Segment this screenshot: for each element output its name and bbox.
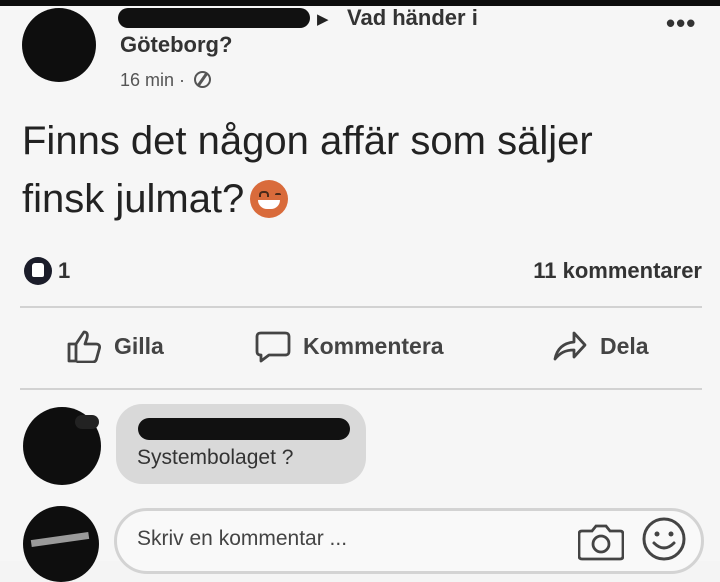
camera-icon[interactable] bbox=[578, 523, 624, 561]
post-text-line2: finsk julmat? bbox=[22, 177, 245, 221]
comment-bubble bbox=[116, 404, 366, 484]
smiling-face-emoji-icon bbox=[250, 180, 289, 218]
globe-icon bbox=[194, 71, 212, 88]
like-reaction-icon[interactable] bbox=[24, 257, 52, 285]
like-button[interactable]: Gilla bbox=[66, 326, 164, 366]
comment-button[interactable]: Kommentera bbox=[255, 326, 444, 366]
share-to-arrow-icon: ▶ bbox=[317, 11, 329, 28]
comment-label: Kommentera bbox=[303, 332, 444, 359]
post-text-line1: Finns det någon affär som säljer bbox=[22, 119, 593, 163]
redacted-commenter-name bbox=[138, 418, 350, 440]
share-arrow-icon bbox=[553, 331, 587, 361]
post-meta: 16 min · bbox=[120, 70, 212, 91]
comment-text: Systembolaget ? bbox=[137, 446, 294, 469]
speech-bubble-icon bbox=[255, 331, 291, 363]
post-body: Finns det någon affär som säljer finsk j… bbox=[22, 112, 682, 228]
divider-bottom bbox=[20, 388, 702, 390]
comment-input-placeholder[interactable]: Skriv en kommentar ... bbox=[137, 527, 347, 551]
likes-count[interactable]: 1 bbox=[58, 258, 70, 284]
more-options-button[interactable]: ••• bbox=[666, 8, 696, 39]
divider-top bbox=[20, 306, 702, 308]
commenter-avatar[interactable] bbox=[23, 407, 101, 485]
share-button[interactable]: Dela bbox=[552, 326, 649, 366]
post-timestamp[interactable]: 16 min · bbox=[120, 70, 185, 90]
current-user-avatar bbox=[23, 506, 99, 582]
group-name-line1[interactable]: Vad händer i bbox=[347, 5, 478, 31]
thumbs-up-icon bbox=[67, 330, 102, 363]
group-name-line2[interactable]: Göteborg? bbox=[120, 32, 232, 58]
comments-count[interactable]: 11 kommentarer bbox=[533, 258, 702, 284]
share-label: Dela bbox=[600, 332, 649, 359]
like-label: Gilla bbox=[114, 332, 164, 359]
poster-avatar[interactable] bbox=[22, 8, 96, 82]
emoji-picker-icon[interactable] bbox=[640, 515, 688, 563]
redacted-poster-name bbox=[118, 8, 310, 28]
